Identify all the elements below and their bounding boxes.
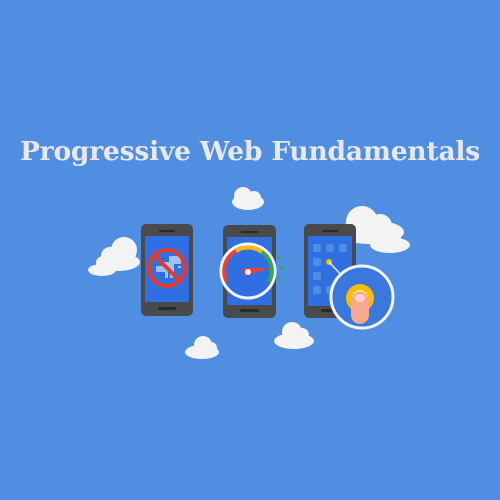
cloud-icon xyxy=(274,322,314,349)
illustration xyxy=(88,187,410,359)
cloud-icon xyxy=(185,336,219,359)
phone-offline-icon xyxy=(141,224,193,316)
finger-tap-icon xyxy=(329,264,395,330)
cloud-icon xyxy=(88,237,140,276)
cloud-icon xyxy=(232,187,264,210)
phone-speed-icon xyxy=(219,225,285,318)
banner-canvas: Progressive Web Fundamentals xyxy=(0,0,500,500)
